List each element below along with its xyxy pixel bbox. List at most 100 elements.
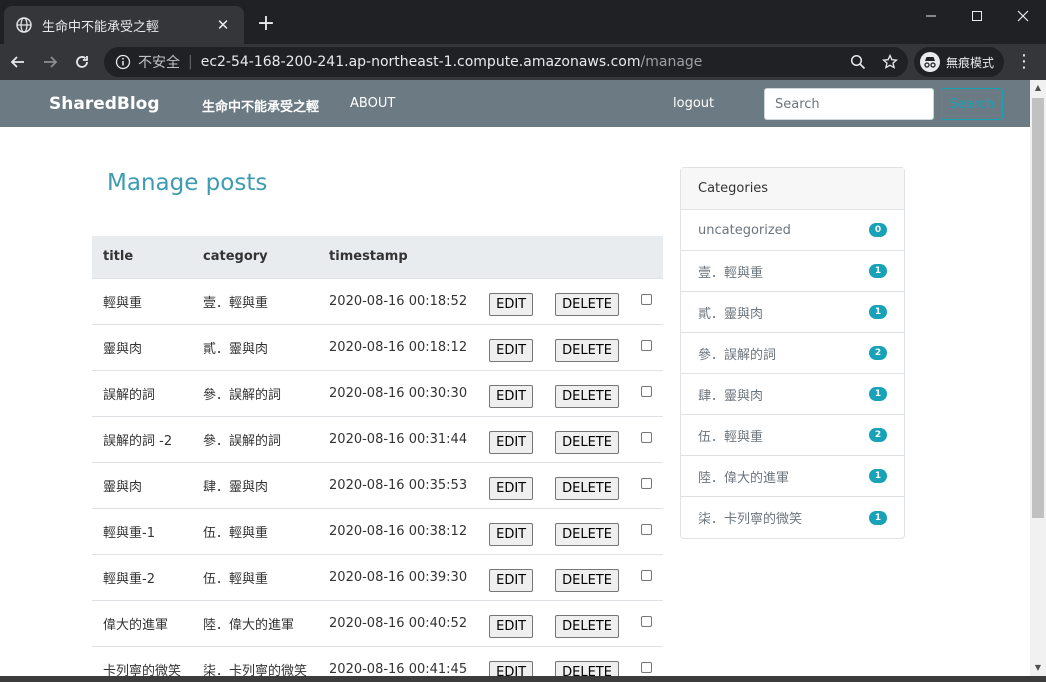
search-button[interactable]: Search	[941, 88, 1003, 120]
category-item[interactable]: 肆．靈與肉 1	[681, 374, 904, 415]
category-count-badge: 2	[869, 428, 887, 442]
posts-table: title category timestamp 輕與重 壹．輕與重 2020-08…	[92, 236, 663, 676]
back-button[interactable]	[2, 46, 34, 78]
row-select-checkbox[interactable]	[640, 477, 652, 489]
col-timestamp-header: timestamp	[318, 236, 479, 279]
scroll-thumb[interactable]	[1032, 98, 1044, 518]
edit-button[interactable]: EDIT	[489, 476, 534, 500]
address-bar-actions	[848, 52, 900, 72]
edit-cell: EDIT	[478, 600, 545, 647]
delete-button[interactable]: DELETE	[555, 660, 619, 676]
posts-table-body: 輕與重 壹．輕與重 2020-08-16 00:18:52 EDIT DELETE 靈與肉…	[92, 278, 663, 676]
reload-button[interactable]	[66, 46, 98, 78]
row-select-checkbox[interactable]	[640, 431, 652, 443]
new-tab-button[interactable]: +	[254, 12, 278, 36]
post-timestamp: 2020-08-16 00:40:52	[318, 600, 479, 647]
table-row: 誤解的詞 參．誤解的詞 2020-08-16 00:30:30 EDIT DELETE	[92, 370, 663, 417]
brand-logo[interactable]: SharedBlog	[49, 94, 160, 114]
post-category: 肆．靈與肉	[192, 462, 319, 509]
category-item[interactable]: uncategorized 0	[681, 210, 904, 251]
post-timestamp: 2020-08-16 00:18:12	[318, 324, 479, 371]
page-scrollbar[interactable]: ▲ ▼	[1030, 80, 1046, 676]
close-window-button[interactable]	[1000, 0, 1046, 32]
table-row: 輕與重 壹．輕與重 2020-08-16 00:18:52 EDIT DELETE	[92, 278, 663, 325]
post-timestamp: 2020-08-16 00:41:45	[318, 646, 479, 676]
delete-button[interactable]: DELETE	[555, 384, 619, 408]
delete-button[interactable]: DELETE	[555, 338, 619, 362]
edit-button[interactable]: EDIT	[489, 660, 534, 676]
category-name: 壹．輕與重	[698, 265, 764, 281]
delete-button[interactable]: DELETE	[555, 430, 619, 454]
address-bar[interactable]: 不安全 | ec2-54-168-200-241.ap-northeast-1.…	[104, 47, 908, 77]
url-path: /manage	[640, 54, 703, 70]
row-select-checkbox[interactable]	[640, 385, 652, 397]
category-name: 柒．卡列寧的微笑	[698, 512, 803, 527]
edit-button[interactable]: EDIT	[489, 568, 534, 592]
delete-cell: DELETE	[544, 508, 630, 555]
edit-button[interactable]: EDIT	[489, 522, 534, 546]
browser-tab[interactable]: 生命中不能承受之輕 ✕	[4, 6, 244, 44]
row-select-checkbox[interactable]	[640, 293, 652, 305]
row-select-checkbox[interactable]	[640, 661, 652, 673]
window-controls	[908, 0, 1046, 32]
delete-button[interactable]: DELETE	[555, 568, 619, 592]
edit-cell: EDIT	[478, 554, 545, 601]
delete-button[interactable]: DELETE	[555, 292, 619, 316]
edit-button[interactable]: EDIT	[489, 338, 534, 362]
nav-logout[interactable]: logout	[673, 96, 714, 111]
edit-button[interactable]: EDIT	[489, 614, 534, 638]
scroll-up-icon[interactable]: ▲	[1030, 80, 1046, 96]
col-select-header	[629, 236, 663, 279]
magnifier-icon[interactable]	[848, 52, 868, 72]
category-count-badge: 1	[869, 510, 887, 525]
table-row: 偉大的進軍 陸．偉大的進軍 2020-08-16 00:40:52 EDIT DELET…	[92, 600, 663, 647]
delete-button[interactable]: DELETE	[555, 614, 619, 638]
star-icon[interactable]	[880, 52, 900, 72]
post-timestamp: 2020-08-16 00:38:12	[318, 508, 479, 555]
post-category: 貳．靈與肉	[192, 324, 319, 371]
edit-cell: EDIT	[478, 462, 545, 509]
tab-title: 生命中不能承受之輕	[42, 19, 160, 35]
incognito-indicator[interactable]: 無痕模式	[914, 47, 1005, 77]
tab-strip: 生命中不能承受之輕 ✕ +	[0, 0, 1046, 44]
minimize-button[interactable]	[908, 0, 954, 32]
row-select-checkbox[interactable]	[640, 339, 652, 351]
post-title: 靈與肉	[92, 324, 193, 371]
category-item[interactable]: 壹．輕與重 1	[681, 251, 904, 292]
forward-button[interactable]	[34, 46, 66, 78]
row-select-checkbox[interactable]	[640, 569, 652, 581]
browser-toolbar: 不安全 | ec2-54-168-200-241.ap-northeast-1.…	[0, 44, 1046, 80]
select-cell	[629, 646, 663, 676]
browser-menu-icon[interactable]: ⋮	[1012, 50, 1036, 74]
select-cell	[629, 600, 663, 647]
category-count-badge: 1	[869, 305, 887, 319]
edit-button[interactable]: EDIT	[489, 292, 534, 316]
category-item[interactable]: 參．誤解的詞 2	[681, 333, 904, 374]
edit-button[interactable]: EDIT	[489, 430, 534, 454]
category-item[interactable]: 貳．靈與肉 1	[681, 292, 904, 333]
info-icon[interactable]	[114, 53, 132, 71]
category-count-badge: 1	[869, 469, 887, 483]
post-timestamp: 2020-08-16 00:30:30	[318, 370, 479, 417]
delete-button[interactable]: DELETE	[555, 522, 619, 546]
delete-button[interactable]: DELETE	[555, 476, 619, 500]
category-item[interactable]: 柒．卡列寧的微笑 1	[681, 497, 904, 538]
delete-cell: DELETE	[544, 646, 630, 676]
row-select-checkbox[interactable]	[640, 523, 652, 535]
row-select-checkbox[interactable]	[640, 615, 652, 627]
edit-cell: EDIT	[478, 508, 545, 555]
scroll-down-icon[interactable]: ▼	[1030, 660, 1046, 676]
category-item[interactable]: 陸．偉大的進軍 1	[681, 456, 904, 497]
search-input[interactable]	[764, 88, 934, 120]
edit-button[interactable]: EDIT	[489, 384, 534, 408]
categories-list: uncategorized 0 壹．輕與重 1 貳．靈與肉 1 參．誤解的詞 2 肆．靈與肉 1 伍…	[681, 210, 904, 538]
delete-cell: DELETE	[544, 554, 630, 601]
nav-about[interactable]: ABOUT	[350, 96, 395, 111]
category-item[interactable]: 伍．輕與重 2	[681, 415, 904, 456]
select-cell	[629, 324, 663, 371]
edit-cell: EDIT	[478, 278, 545, 325]
post-title: 誤解的詞	[92, 370, 193, 417]
close-tab-icon[interactable]: ✕	[214, 16, 232, 34]
maximize-button[interactable]	[954, 0, 1000, 32]
nav-site-title[interactable]: 生命中不能承受之輕	[202, 96, 319, 115]
